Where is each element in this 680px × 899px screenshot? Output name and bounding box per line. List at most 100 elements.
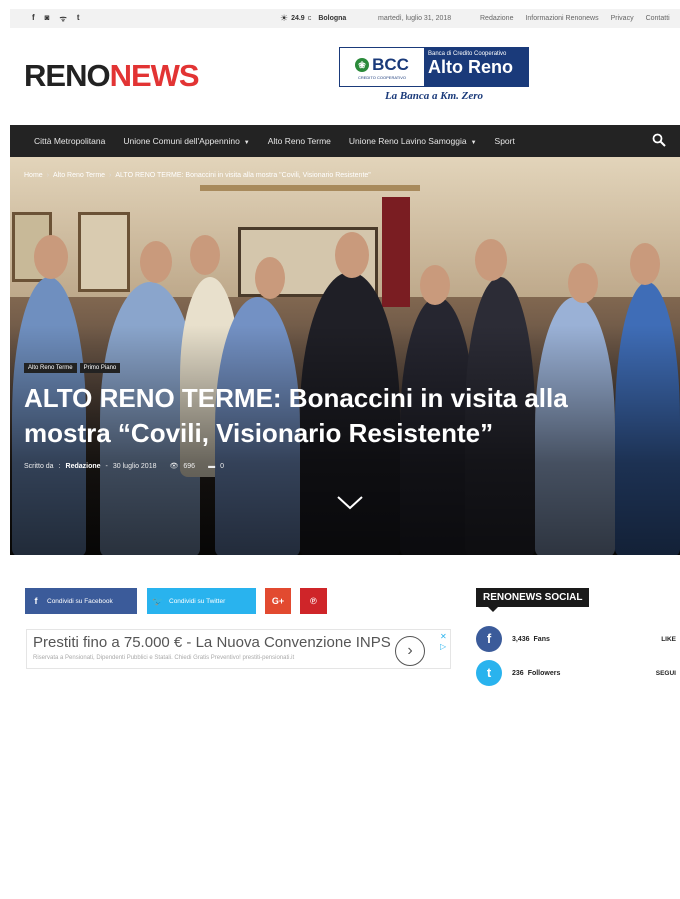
hero-photo-head [255,257,285,299]
pinterest-icon: ℗ [310,596,317,606]
ad-title[interactable]: Prestiti fino a 75.000 € - La Nuova Conv… [33,634,391,651]
hero-photo-head [140,241,172,283]
facebook-icon[interactable]: f [476,626,502,652]
nav-item-sport[interactable]: Sport [495,136,515,146]
hero-photo-head [420,265,450,305]
bank-banner-box: ❀ BCC CREDITO COOPERATIVO Banca di Credit… [339,47,529,87]
topbar-social-icons: f ◙ ᯤ t [32,13,80,24]
hero-article[interactable]: Home › Alto Reno Terme › ALTO RENO TERME… [10,157,680,555]
nav-item-label: Unione Comuni dell'Appennino [123,136,240,146]
breadcrumb-current: ALTO RENO TERME: Bonaccini in visita all… [115,172,371,179]
social-row-facebook: f 3,436 Fans LIKE [476,625,680,653]
meta-dash: - [105,462,108,470]
share-pinterest-button[interactable]: ℗ [300,588,327,614]
tag-primo-piano[interactable]: Primo Piano [79,363,121,373]
nav-item-alto-reno-terme[interactable]: Alto Reno Terme [268,136,331,146]
logo-reno: RENO [24,58,111,93]
bank-name: Alto Reno [428,57,513,77]
chevron-down-icon[interactable] [336,495,364,511]
facebook-like-button[interactable]: LIKE [661,636,676,643]
rss-icon[interactable]: ᯤ [60,13,67,24]
article-meta: Scritto da: Redazione - 30 luglio 2018 👁… [24,462,224,471]
article-views: 696 [183,462,196,470]
sun-icon: ☀ [280,13,289,23]
hero-photo-head [630,243,660,285]
author-label: Scritto da [24,462,54,470]
author-colon: : [58,462,61,470]
chevron-down-icon: ▼ [470,140,477,146]
bcc-label: BCC [372,54,409,74]
share-facebook-button[interactable]: f Condividi su Facebook [25,588,137,614]
link-privacy[interactable]: Privacy [611,15,634,22]
twitter-followers-label: Followers [527,669,561,677]
article-comments[interactable]: 0 [220,463,224,470]
topbar-links: Redazione Informazioni Renonews Privacy … [480,15,670,22]
hero-photo-head [335,232,369,278]
site-logo[interactable]: RENONEWS [24,58,200,94]
facebook-fans-count: 3,436 [512,635,530,643]
text-ad[interactable]: Prestiti fino a 75.000 € - La Nuova Conv… [26,629,451,669]
bank-logo-left: ❀ BCC CREDITO COOPERATIVO [340,48,424,86]
facebook-icon[interactable]: f [32,13,35,24]
share-twitter-button[interactable]: 🐦 Condividi su Twitter [147,588,256,614]
eye-icon: 👁 [169,463,179,470]
article-title: ALTO RENO TERME: Bonaccini in visita all… [24,383,568,448]
bank-logo-right: Banca di Credito Cooperativo Alto Reno [424,48,528,86]
current-date: martedì, luglio 31, 2018 [378,15,452,22]
twitter-icon[interactable]: t [476,660,502,686]
temperature-unit: C [307,15,312,22]
bank-banner-ad[interactable]: ❀ BCC CREDITO COOPERATIVO Banca di Credit… [339,47,529,107]
article-tags: Alto Reno Terme Primo Piano [24,363,121,373]
share-gplus-button[interactable]: G+ [265,588,291,614]
google-plus-icon: G+ [271,596,285,606]
hero-photo-head [34,235,68,279]
nav-item-unione-reno-lavino[interactable]: Unione Reno Lavino Samoggia ▼ [349,136,477,146]
share-twitter-label: Condividi su Twitter [169,597,226,605]
main-nav: Città Metropolitana Unione Comuni dell'A… [10,125,680,157]
instagram-icon[interactable]: ◙ [45,13,50,24]
ad-arrow-button[interactable]: › [395,636,425,666]
breadcrumb-home[interactable]: Home [24,172,43,179]
twitter-follow-button[interactable]: SEGUI [656,670,676,677]
ad-subtitle: Riservata a Pensionati, Dipendenti Pubbl… [33,655,295,661]
link-informazioni[interactable]: Informazioni Renonews [525,15,598,22]
nav-item-unione-comuni[interactable]: Unione Comuni dell'Appennino ▼ [123,136,249,146]
breadcrumb-separator-icon: › [46,172,50,179]
twitter-icon[interactable]: t [77,13,80,24]
bank-logo-bcc: ❀ BCC [355,55,409,75]
bcc-sub: CREDITO COOPERATIVO [357,74,407,80]
hero-photo-curtain [382,197,410,307]
bank-slogan: La Banca a Km. Zero [384,90,484,102]
twitter-followers-count: 236 [512,669,524,677]
article-date: 30 luglio 2018 [112,462,157,470]
nav-item-label: Unione Reno Lavino Samoggia [348,136,467,146]
hero-photo-frame [78,212,130,292]
adchoices-icon[interactable]: ✕ ▷ [440,632,447,652]
chevron-down-icon: ▼ [243,140,250,146]
top-bar: f ◙ ᯤ t ☀ 24.9 C Bologna martedì, luglio… [10,9,680,28]
link-redazione[interactable]: Redazione [480,15,513,22]
breadcrumb-separator-icon: › [109,172,112,179]
tag-alto-reno-terme[interactable]: Alto Reno Terme [24,363,77,373]
nav-item-label: Città Metropolitana [34,136,106,146]
social-row-twitter: t 236 Followers SEGUI [476,659,680,687]
weather-widget: ☀ 24.9 C Bologna [280,13,346,24]
temperature: 24.9 [291,15,305,22]
breadcrumb: Home › Alto Reno Terme › ALTO RENO TERME… [24,172,371,179]
social-widget-title: RENONEWS SOCIAL [476,588,590,612]
nav-item-label: Sport [494,136,515,146]
hero-photo-beam [200,185,420,191]
breadcrumb-category[interactable]: Alto Reno Terme [53,172,105,179]
comment-icon: ▬ [208,462,216,470]
article-author[interactable]: Redazione [66,463,101,470]
link-contatti[interactable]: Contatti [646,15,670,22]
facebook-fans-label: Fans [533,635,550,643]
nav-item-citta-metropolitana[interactable]: Città Metropolitana [34,136,105,146]
hero-photo-head [190,235,220,275]
hero-photo-head [568,263,598,303]
search-icon[interactable] [652,133,666,147]
logo-news: NEWS [109,58,200,93]
facebook-icon: f [34,596,38,606]
hero-photo-head [475,239,507,281]
bcc-mark-icon: ❀ [355,57,370,72]
